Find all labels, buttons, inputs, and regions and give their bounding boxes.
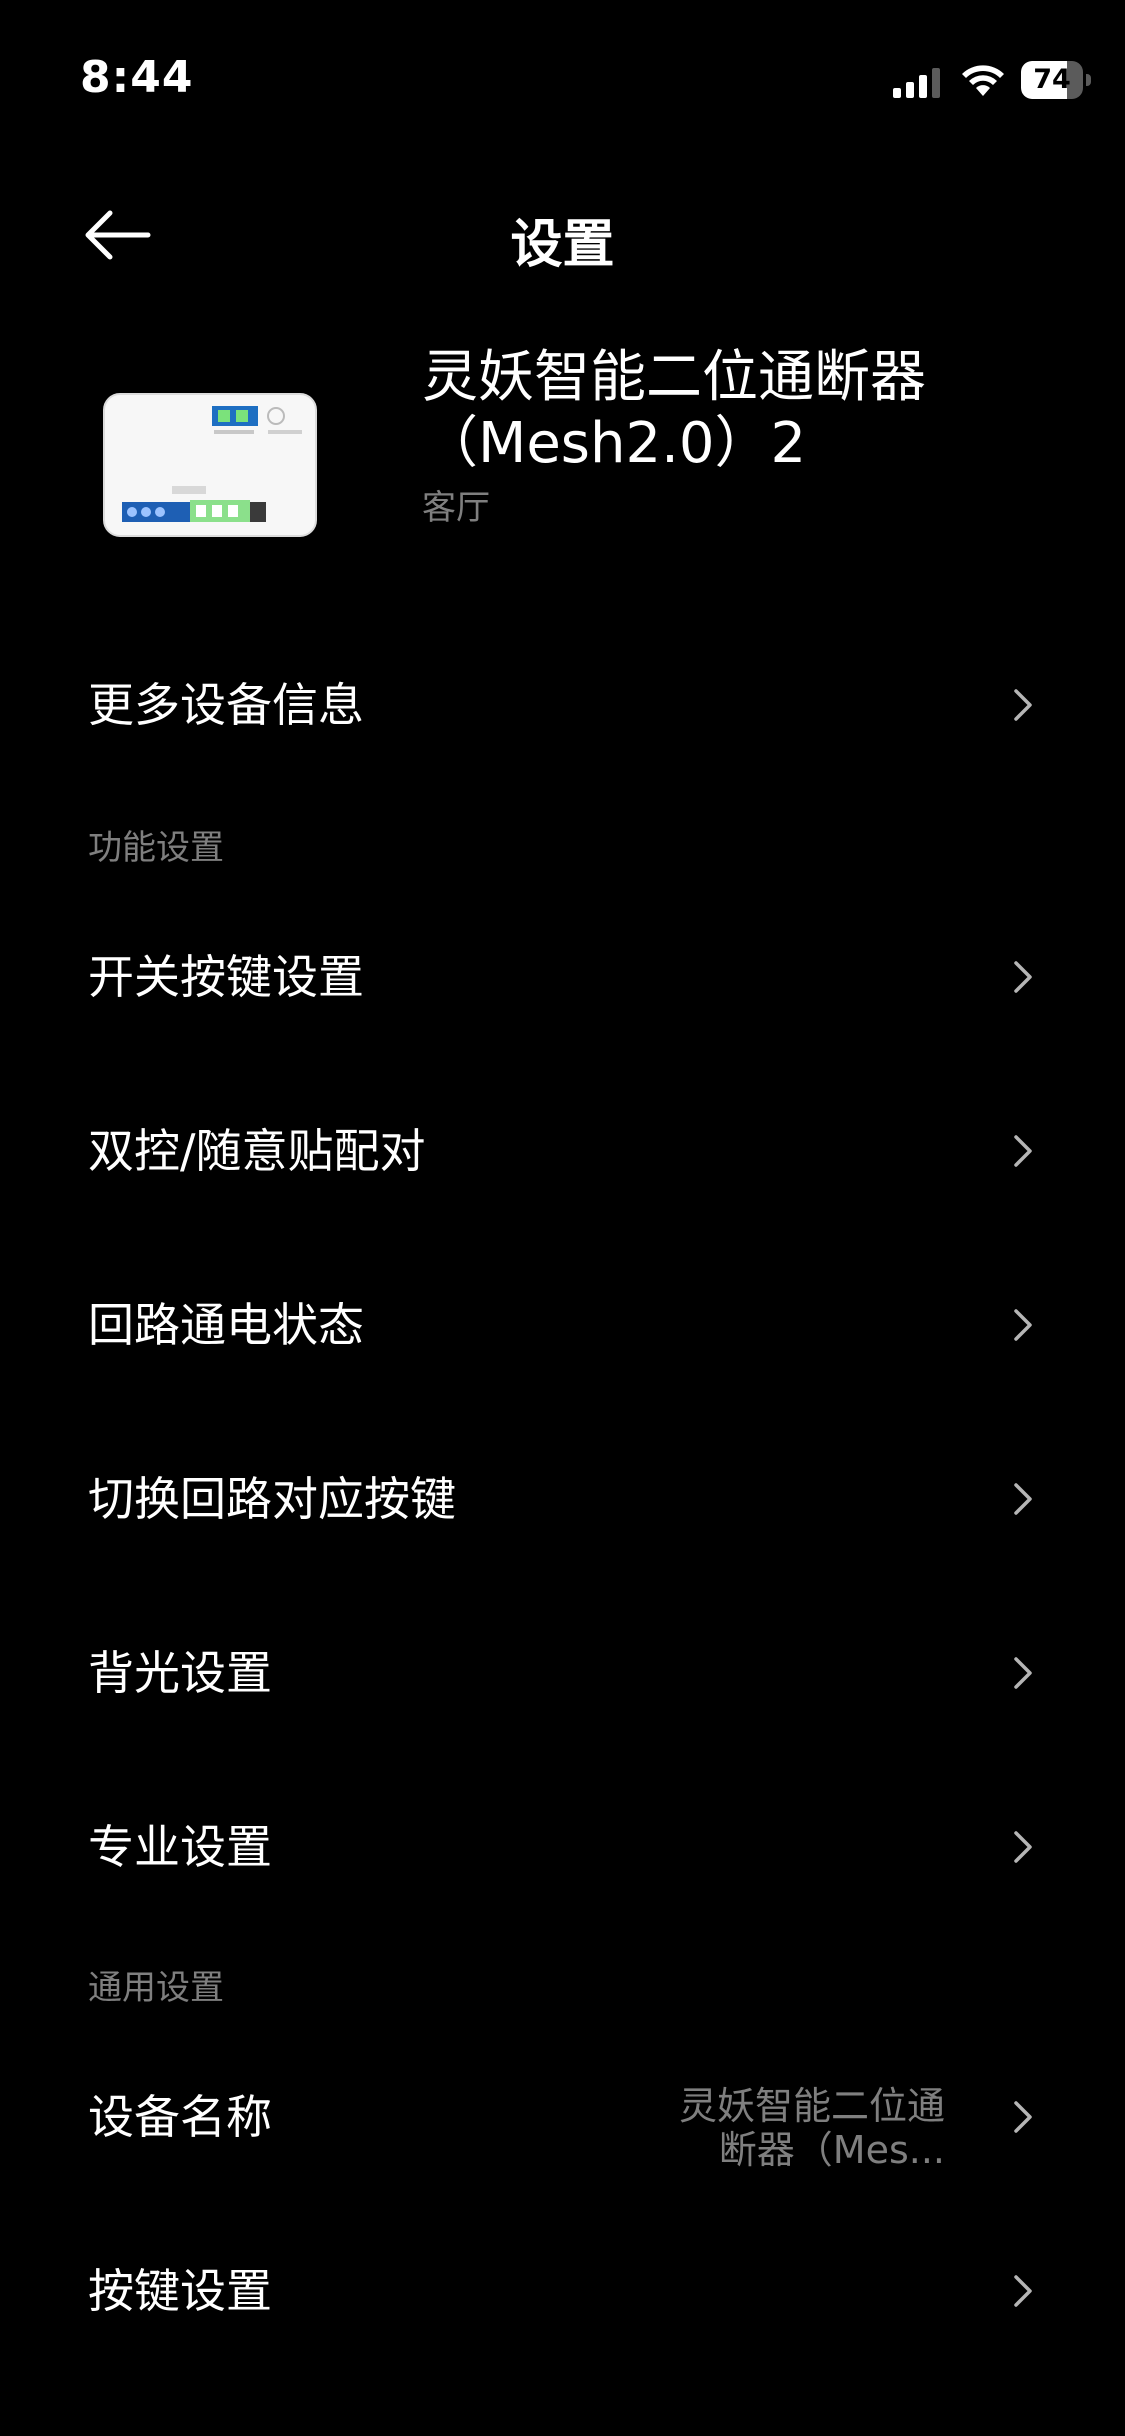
chevron-right-icon <box>1014 1309 1032 1341</box>
chevron-right-icon <box>1014 1657 1032 1689</box>
chevron-right-icon <box>1014 689 1032 721</box>
chevron-right-icon <box>1014 2275 1032 2307</box>
key-settings-row[interactable]: 按键设置 <box>0 2226 1125 2356</box>
row-label: 设备名称 <box>88 2090 272 2144</box>
section-label-general: 通用设置 <box>88 1968 224 2008</box>
row-label: 开关按键设置 <box>88 950 364 1004</box>
chevron-right-icon <box>1014 1483 1032 1515</box>
row-label: 回路通电状态 <box>88 1298 364 1352</box>
battery-body: 74 <box>1021 61 1083 99</box>
nav-bar: 设置 <box>0 180 1125 290</box>
row-label: 按键设置 <box>88 2264 272 2318</box>
backlight-settings-row[interactable]: 背光设置 <box>0 1608 1125 1738</box>
device-header: 灵妖智能二位通断器（Mesh2.0）2 客厅 <box>0 330 1125 560</box>
device-room: 客厅 <box>422 488 490 528</box>
wifi-icon <box>962 65 1004 96</box>
section-label-function: 功能设置 <box>88 828 224 868</box>
row-label: 背光设置 <box>88 1646 272 1700</box>
chevron-right-icon <box>1014 1135 1032 1167</box>
battery-icon: 74 <box>1021 61 1091 99</box>
switch-circuit-key-row[interactable]: 切换回路对应按键 <box>0 1434 1125 1564</box>
device-name-value: 灵妖智能二位通断器（Mes... <box>678 2084 945 2172</box>
status-bar: 8:44 74 <box>0 0 1125 150</box>
row-label: 切换回路对应按键 <box>88 1472 456 1526</box>
row-label: 专业设置 <box>88 1820 272 1874</box>
page-title: 设置 <box>510 215 615 275</box>
chevron-right-icon <box>1014 1831 1032 1863</box>
device-name: 灵妖智能二位通断器（Mesh2.0）2 <box>422 345 926 476</box>
status-time: 8:44 <box>80 52 194 103</box>
circuit-power-state-row[interactable]: 回路通电状态 <box>0 1260 1125 1390</box>
settings-screen: 8:44 74 设置 灵妖智能二位通断器（Mesh2.0）2 客厅 更多设备信息… <box>0 0 1125 2436</box>
more-device-info-row[interactable]: 更多设备信息 <box>0 640 1125 770</box>
battery-cap <box>1086 74 1091 86</box>
chevron-right-icon <box>1014 2101 1032 2133</box>
row-label: 双控/随意贴配对 <box>88 1124 426 1178</box>
device-name-row[interactable]: 设备名称 灵妖智能二位通断器（Mes... <box>0 2052 1125 2182</box>
signal-icon <box>893 68 940 98</box>
switch-key-settings-row[interactable]: 开关按键设置 <box>0 912 1125 1042</box>
row-label: 更多设备信息 <box>88 678 364 732</box>
dual-control-pairing-row[interactable]: 双控/随意贴配对 <box>0 1086 1125 1216</box>
chevron-right-icon <box>1014 961 1032 993</box>
professional-settings-row[interactable]: 专业设置 <box>0 1782 1125 1912</box>
battery-level: 74 <box>1033 64 1071 95</box>
switch-module-image <box>103 393 317 537</box>
